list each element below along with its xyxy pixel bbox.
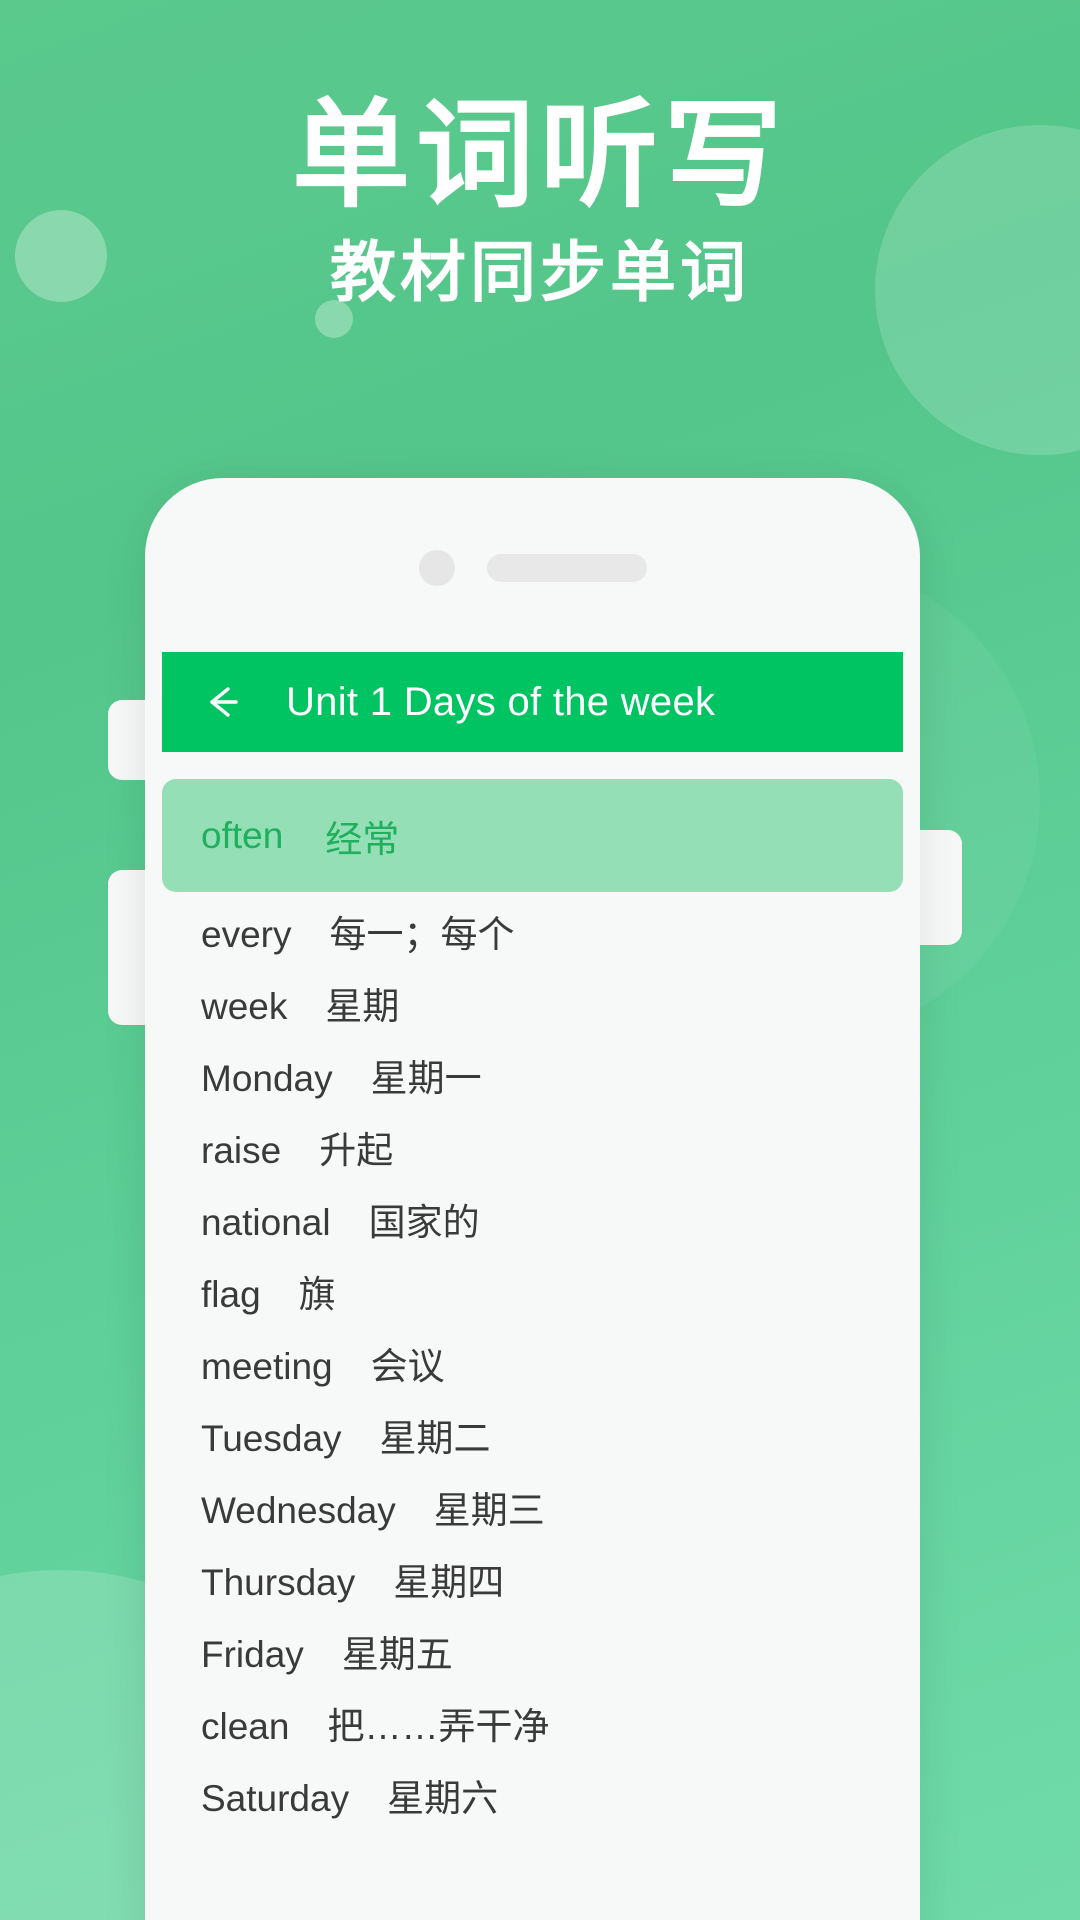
word-chinese: 国家的 (368, 1202, 480, 1243)
word-english: often (201, 814, 284, 856)
promo-subtitle: 教材同步单词 (330, 234, 750, 312)
word-chinese: 星期六 (387, 1778, 499, 1819)
word-row-active[interactable]: often 经常 (162, 779, 903, 892)
word-row[interactable]: Thursday 星期四 (162, 1552, 903, 1624)
phone-mockup: Unit 1 Days of the week often 经常 every 每一；每… (145, 478, 920, 1920)
promo-title: 单词听写 (291, 86, 788, 224)
word-english: national (201, 1202, 331, 1243)
word-chinese: 旗 (298, 1274, 336, 1315)
phone-power-button[interactable] (918, 830, 962, 945)
word-chinese: 把……弄干净 (327, 1706, 550, 1747)
word-chinese: 星期四 (393, 1562, 505, 1603)
word-row[interactable]: meeting 会议 (162, 1336, 903, 1408)
word-english: meeting (201, 1346, 333, 1387)
word-english: Saturday (201, 1778, 350, 1819)
word-row[interactable]: Friday 星期五 (162, 1624, 903, 1696)
word-row[interactable]: national 国家的 (162, 1192, 903, 1264)
word-english: Thursday (201, 1562, 356, 1603)
promo-headline: 单词听写 教材同步单词 (0, 0, 1080, 310)
word-english: Monday (201, 1058, 333, 1099)
word-chinese: 星期三 (433, 1490, 545, 1531)
word-row[interactable]: every 每一；每个 (162, 904, 903, 976)
word-row[interactable]: Wednesday 星期三 (162, 1480, 903, 1552)
word-english: Wednesday (201, 1490, 396, 1531)
word-list: often 经常 every 每一；每个 week 星期 Monday 星期一 raise 升起 n… (145, 779, 920, 1840)
word-row[interactable]: Tuesday 星期二 (162, 1408, 903, 1480)
promo-poster: 单词听写 教材同步单词 Unit 1 Days of the week ofte… (0, 0, 1080, 1920)
word-chinese: 星期一 (370, 1058, 482, 1099)
word-chinese: 星期五 (341, 1634, 453, 1675)
word-chinese: 会议 (370, 1346, 445, 1387)
word-english: week (201, 986, 288, 1027)
word-english: Friday (201, 1634, 304, 1675)
word-row[interactable]: raise 升起 (162, 1120, 903, 1192)
word-english: Tuesday (201, 1418, 342, 1459)
app-header-bar: Unit 1 Days of the week (162, 652, 903, 752)
arrow-left-icon[interactable] (200, 679, 246, 725)
word-chinese: 星期 (325, 986, 400, 1027)
word-chinese: 每一；每个 (329, 914, 515, 955)
word-row[interactable]: week 星期 (162, 976, 903, 1048)
word-row[interactable]: flag 旗 (162, 1264, 903, 1336)
camera-dot-icon (418, 550, 455, 586)
phone-notch (145, 550, 920, 586)
word-row[interactable]: Saturday 星期六 (162, 1768, 903, 1840)
word-english: raise (201, 1130, 282, 1171)
app-screen: Unit 1 Days of the week often 经常 every 每一；每… (145, 596, 920, 1920)
word-chinese: 经常 (325, 818, 400, 860)
word-row[interactable]: clean 把……弄干净 (162, 1696, 903, 1768)
word-row[interactable]: Monday 星期一 (162, 1048, 903, 1120)
word-chinese: 星期二 (379, 1418, 491, 1459)
speaker-bar-icon (486, 554, 647, 582)
word-english: flag (201, 1274, 261, 1315)
page-title: Unit 1 Days of the week (286, 679, 716, 724)
word-english: clean (201, 1706, 290, 1747)
word-english: every (201, 914, 292, 955)
word-chinese: 升起 (319, 1130, 394, 1171)
